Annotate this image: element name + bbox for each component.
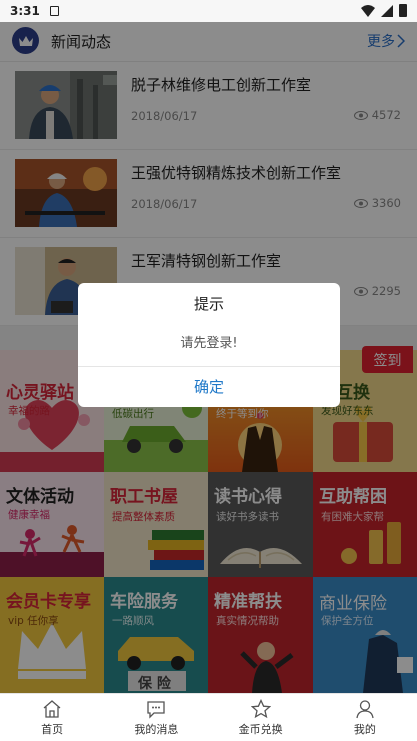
confirm-button[interactable]: 确定 <box>78 366 340 407</box>
tab-messages[interactable]: 我的消息 <box>104 694 208 741</box>
star-icon <box>250 699 271 719</box>
dialog-title: 提示 <box>193 295 224 313</box>
sim-icon <box>50 6 59 16</box>
tab-home[interactable]: 首页 <box>0 694 104 741</box>
bottom-tab-bar: 首页 我的消息 金币兑换 我的 <box>0 693 417 741</box>
user-icon <box>356 700 374 719</box>
wifi-icon <box>361 4 375 17</box>
tab-profile[interactable]: 我的 <box>313 694 417 741</box>
tab-label: 我的消息 <box>134 723 179 736</box>
tab-coin-exchange[interactable]: 金币兑换 <box>209 694 313 741</box>
tab-label: 我的 <box>353 723 376 736</box>
home-icon <box>43 700 61 718</box>
message-icon <box>147 701 166 719</box>
tab-label: 金币兑换 <box>238 723 283 736</box>
dialog-message: 请先登录! <box>180 336 238 351</box>
status-bar: 3:31 <box>0 0 417 22</box>
signal-icon <box>381 4 393 17</box>
status-time: 3:31 <box>10 4 40 18</box>
login-required-dialog: 提示 请先登录! 确定 <box>78 283 340 407</box>
battery-icon <box>399 4 407 17</box>
tab-label: 首页 <box>41 723 64 736</box>
